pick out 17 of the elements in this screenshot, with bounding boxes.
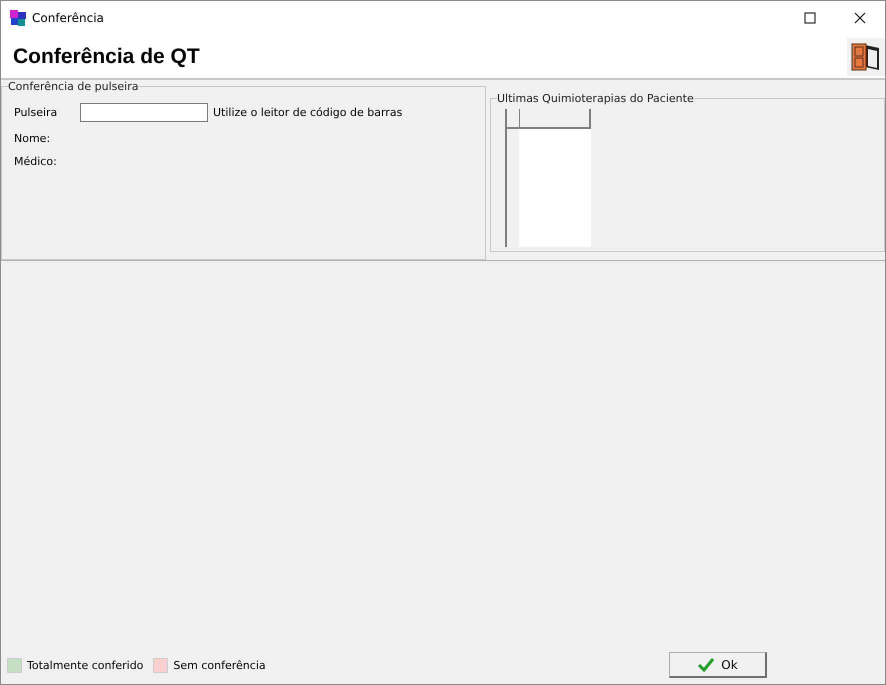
close-icon [854, 12, 866, 24]
check-icon [697, 656, 716, 672]
info-label: Médico: [14, 155, 58, 168]
field-label: Pulseira [14, 106, 58, 119]
legend-label: Totalmente conferido [27, 658, 144, 672]
window-title: Conferência [32, 11, 105, 25]
group-title: Conferência de pulseira [8, 80, 138, 93]
bracelet-input[interactable] [80, 103, 208, 122]
maximize-icon [804, 12, 816, 24]
ok-button[interactable]: Ok [669, 652, 767, 678]
hint-text: Utilize o leitor de código de barras [213, 106, 402, 119]
group-title: Ultimas Quimioterapias do Paciente [497, 92, 694, 105]
page-title: Conferência de QT [13, 44, 200, 68]
app-icon [9, 9, 27, 27]
info-label: Nome: [14, 132, 52, 145]
legend-label: Sem conferência [173, 658, 266, 672]
exit-door-button[interactable] [847, 38, 885, 76]
